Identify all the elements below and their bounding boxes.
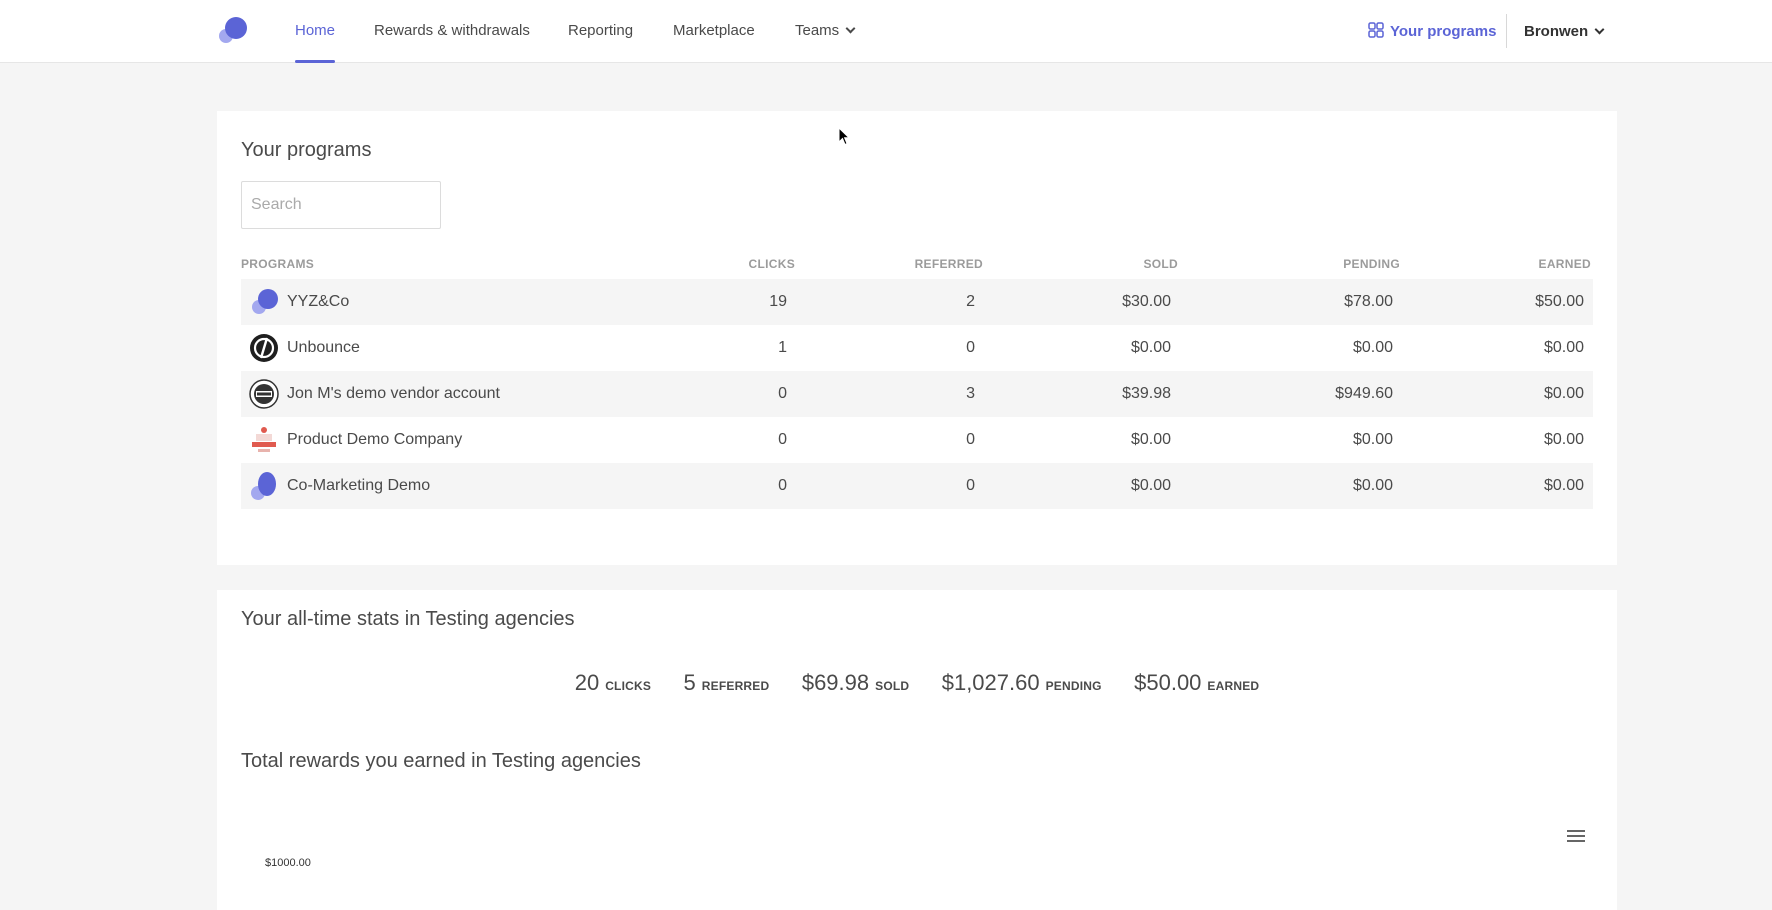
pending-value: $78.00 [1344,293,1393,310]
nav-marketplace[interactable]: Marketplace [673,0,755,63]
table-row[interactable]: Unbounce 1 0 $0.00 $0.00 $0.00 [241,325,1593,371]
stat-referred: 5 REFERRED [684,670,770,696]
programs-table: PROGRAMS CLICKS REFERRED SOLD PENDING EA… [241,249,1593,509]
nav-home[interactable]: Home [295,0,336,63]
user-menu[interactable]: Bronwen [1524,0,1605,63]
stat-sold: $69.98 SOLD [802,670,909,696]
earned-value: $0.00 [1543,339,1584,356]
clicks-value: 0 [778,477,787,494]
column-header-earned[interactable]: EARNED [1539,257,1591,271]
user-name: Bronwen [1524,23,1589,40]
nav-divider [1506,14,1507,48]
referred-value: 0 [966,431,975,448]
clicks-value: 0 [778,385,787,402]
sold-value: $0.00 [1130,477,1171,494]
sold-value: $0.00 [1130,339,1171,356]
column-header-clicks[interactable]: CLICKS [749,257,795,271]
pending-value: $0.00 [1352,431,1393,448]
column-header-referred[interactable]: REFERRED [915,257,983,271]
nav-teams[interactable]: Teams [795,0,856,63]
earned-value: $50.00 [1535,293,1584,310]
mouse-cursor-icon [838,127,850,146]
program-name[interactable]: Jon M's demo vendor account [287,371,500,417]
referred-value: 0 [966,339,975,356]
stat-value: $50.00 [1134,670,1202,695]
column-header-pending[interactable]: PENDING [1343,257,1400,271]
clicks-value: 1 [778,339,787,356]
grid-icon [1368,22,1384,38]
table-header: PROGRAMS CLICKS REFERRED SOLD PENDING EA… [241,249,1593,279]
program-name[interactable]: Co-Marketing Demo [287,463,430,509]
sold-value: $0.00 [1130,431,1171,448]
search-input[interactable] [241,181,441,229]
chevron-down-icon [845,23,856,34]
table-row[interactable]: YYZ&Co 19 2 $30.00 $78.00 $50.00 [241,279,1593,325]
chart-menu-icon[interactable] [1567,830,1585,844]
program-name[interactable]: Product Demo Company [287,417,462,463]
stat-pending: $1,027.60 PENDING [942,670,1102,696]
brand-logo-icon [252,289,278,314]
stat-value: $1,027.60 [941,670,1040,695]
stat-label: SOLD [875,679,910,693]
clicks-value: 19 [769,293,787,310]
unbounce-logo-icon [250,334,278,362]
stats-summary: 20 CLICKS 5 REFERRED $69.98 SOLD $1,027.60 P… [217,670,1617,696]
nav-rewards-withdrawals[interactable]: Rewards & withdrawals [374,0,530,63]
stat-clicks: 20 CLICKS [575,670,651,696]
brand-logo-icon[interactable] [217,16,249,44]
table-row[interactable]: Co-Marketing Demo 0 0 $0.00 $0.00 $0.00 [241,463,1593,509]
earned-value: $0.00 [1543,385,1584,402]
stats-title: Your all-time stats in Testing agencies [241,608,575,630]
award-badge-icon [249,425,279,455]
sold-value: $30.00 [1122,293,1171,310]
pending-value: $0.00 [1352,339,1393,356]
program-name[interactable]: Unbounce [287,325,360,371]
pending-value: $0.00 [1352,477,1393,494]
your-programs-link[interactable]: Your programs [1368,0,1496,63]
top-navigation: Home Rewards & withdrawals Reporting Mar… [0,0,1772,63]
clicks-value: 0 [778,431,787,448]
your-programs-label: Your programs [1390,23,1497,40]
table-row[interactable]: Jon M's demo vendor account 0 3 $39.98 $… [241,371,1593,417]
logo-badge-icon [249,379,279,409]
sold-value: $39.98 [1122,385,1171,402]
column-header-sold[interactable]: SOLD [1143,257,1178,271]
pending-value: $949.60 [1335,385,1393,402]
programs-title: Your programs [241,139,372,161]
stats-card: Your all-time stats in Testing agencies … [217,590,1617,910]
programs-card: Your programs PROGRAMS CLICKS REFERRED S… [217,111,1617,565]
stat-earned: $50.00 EARNED [1134,670,1259,696]
stat-label: REFERRED [701,679,770,693]
brand-logo-icon [251,472,276,500]
stat-value: 20 [574,670,600,695]
earned-value: $0.00 [1543,477,1584,494]
stat-value: 5 [683,670,696,695]
stat-label: CLICKS [605,679,652,693]
stat-label: PENDING [1045,679,1102,693]
nav-reporting[interactable]: Reporting [568,0,633,63]
chevron-down-icon [1594,24,1605,35]
referred-value: 0 [966,477,975,494]
program-name[interactable]: YYZ&Co [287,279,349,325]
table-row[interactable]: Product Demo Company 0 0 $0.00 $0.00 $0.… [241,417,1593,463]
rewards-chart-title: Total rewards you earned in Testing agen… [241,750,641,772]
nav-teams-label: Teams [795,22,840,39]
stat-label: EARNED [1207,679,1260,693]
table-body: YYZ&Co 19 2 $30.00 $78.00 $50.00 Unbounc… [241,279,1593,509]
stat-value: $69.98 [801,670,870,695]
referred-value: 2 [966,293,975,310]
column-header-programs[interactable]: PROGRAMS [241,257,314,271]
y-axis-tick-label: $1000.00 [265,857,311,869]
earned-value: $0.00 [1543,431,1584,448]
referred-value: 3 [966,385,975,402]
